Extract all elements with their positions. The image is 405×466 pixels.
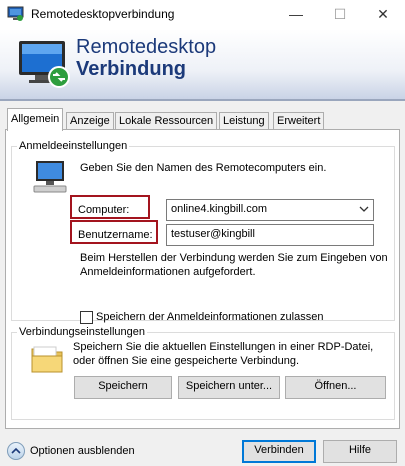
connection-desc-line2: oder öffnen Sie eine gespeicherte Verbin… bbox=[73, 355, 300, 367]
logon-instruction: Geben Sie den Namen des Remotecomputers … bbox=[80, 162, 327, 174]
folder-icon bbox=[31, 346, 63, 373]
computer-label-highlight bbox=[70, 195, 150, 219]
computer-combobox[interactable]: online4.kingbill.com bbox=[166, 199, 374, 221]
logon-settings-title: Anmeldeeinstellungen bbox=[17, 139, 130, 153]
connection-desc-line1: Speichern Sie die aktuellen Einstellunge… bbox=[73, 341, 374, 353]
title-bar: Remotedesktopverbindung — ☐ ✕ bbox=[0, 0, 405, 29]
tab-erweitert[interactable]: Erweitert bbox=[273, 112, 325, 130]
save-as-button[interactable]: Speichern unter... bbox=[178, 376, 280, 399]
logon-settings-group: Anmeldeeinstellungen Geben Sie den Namen… bbox=[11, 139, 395, 324]
minimize-button[interactable]: — bbox=[274, 0, 318, 29]
banner-title-line1: Remotedesktop bbox=[76, 36, 217, 58]
remote-monitor-icon bbox=[19, 41, 70, 88]
chevron-down-icon[interactable] bbox=[359, 205, 369, 213]
username-label-highlight bbox=[70, 220, 158, 244]
window-title: Remotedesktopverbindung bbox=[31, 7, 175, 21]
computer-value: online4.kingbill.com bbox=[171, 203, 267, 215]
close-button[interactable]: ✕ bbox=[361, 0, 405, 29]
connection-settings-group: Verbindungseinstellungen Speichern Sie d… bbox=[11, 325, 395, 420]
tab-anzeige[interactable]: Anzeige bbox=[66, 112, 114, 130]
credential-note-line1: Beim Herstellen der Verbindung werden Si… bbox=[80, 252, 388, 264]
remote-desktop-app-icon bbox=[7, 6, 24, 21]
username-field[interactable]: testuser@kingbill bbox=[166, 224, 374, 246]
connect-button[interactable]: Verbinden bbox=[242, 440, 316, 463]
banner-divider bbox=[0, 99, 405, 101]
header-banner: Remotedesktop Verbindung bbox=[0, 29, 405, 99]
maximize-button[interactable]: ☐ bbox=[318, 0, 362, 29]
tab-leistung[interactable]: Leistung bbox=[219, 112, 269, 130]
computer-user-icon bbox=[33, 161, 67, 193]
banner-title-line2: Verbindung bbox=[76, 58, 186, 80]
save-credentials-label[interactable]: Speichern der Anmeldeinformationen zulas… bbox=[96, 310, 323, 324]
username-value: testuser@kingbill bbox=[171, 228, 255, 240]
tab-lokale-ressourcen[interactable]: Lokale Ressourcen bbox=[115, 112, 218, 130]
open-button[interactable]: Öffnen... bbox=[285, 376, 386, 399]
help-button[interactable]: Hilfe bbox=[323, 440, 397, 463]
connection-settings-title: Verbindungseinstellungen bbox=[17, 325, 147, 339]
tab-allgemein[interactable]: Allgemein bbox=[7, 108, 64, 131]
save-credentials-checkbox[interactable] bbox=[80, 311, 93, 324]
credential-note-line2: Anmeldeinformationen aufgefordert. bbox=[80, 266, 256, 278]
tab-panel-allgemein: Anmeldeeinstellungen Geben Sie den Namen… bbox=[5, 129, 400, 429]
options-toggle-label[interactable]: Optionen ausblenden bbox=[30, 444, 135, 458]
collapse-options-icon[interactable] bbox=[7, 442, 25, 460]
save-button[interactable]: Speichern bbox=[74, 376, 172, 399]
